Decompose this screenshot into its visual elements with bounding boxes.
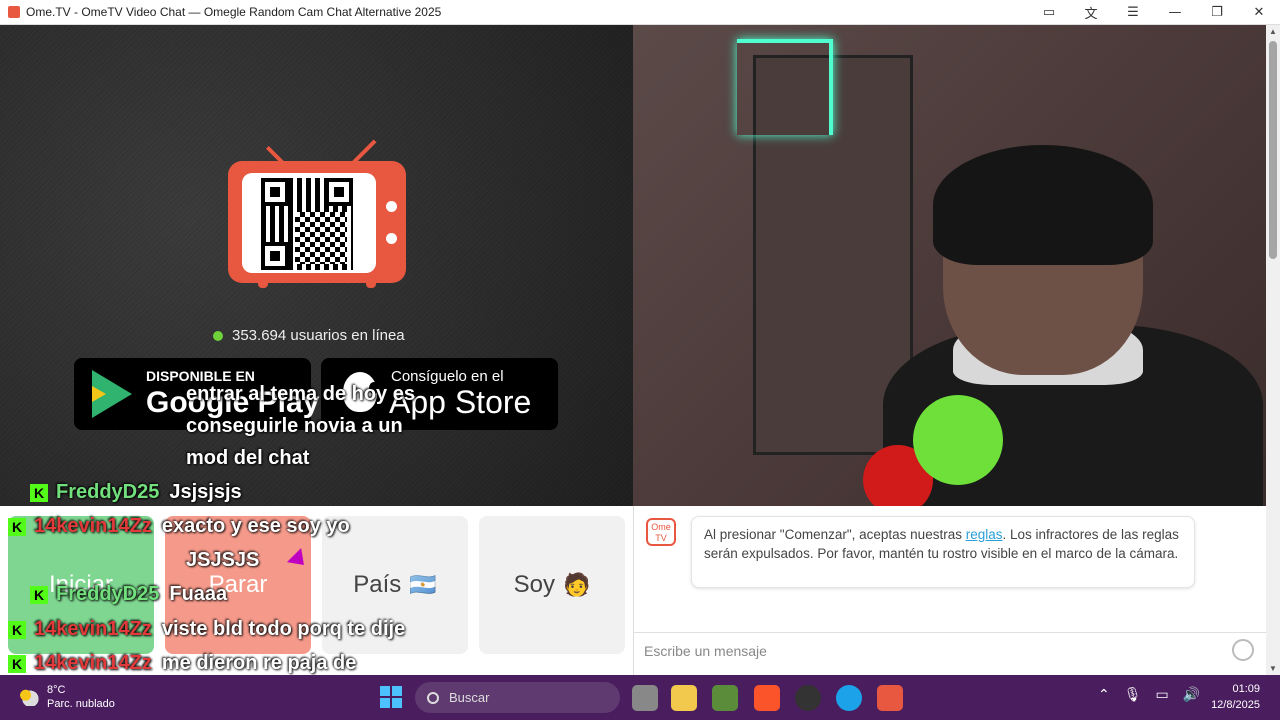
remote-video-pane [633, 25, 1266, 506]
argentina-flag-icon: 🇦🇷 [409, 572, 437, 598]
task-view-icon[interactable] [632, 685, 658, 711]
gender-label: Soy [513, 571, 555, 598]
stop-button[interactable]: Parar [165, 516, 311, 654]
emoji-icon[interactable] [1232, 639, 1254, 661]
taskbar: 8°C Parc. nublado Buscar ⌃🎙▭🔊 01:09 12/8… [0, 675, 1280, 720]
scroll-thumb[interactable] [1269, 41, 1277, 259]
start-button[interactable]: Iniciar [8, 516, 154, 654]
app-store-big: App Store [389, 384, 532, 420]
restore-button[interactable]: ❐ [1196, 5, 1238, 20]
edge-icon[interactable] [836, 685, 862, 711]
clock-date: 12/8/2025 [1211, 699, 1260, 711]
start-label: Iniciar [48, 571, 114, 598]
clock[interactable]: 01:09 12/8/2025 [1211, 681, 1260, 713]
clock-time: 01:09 [1232, 683, 1260, 695]
rules-notice: Al presionar "Comenzar", aceptas nuestra… [691, 516, 1195, 588]
qr-code[interactable] [261, 178, 353, 270]
apple-icon [343, 372, 379, 412]
window-title: Ome.TV - OmeTV Video Chat — Omegle Rando… [26, 5, 442, 19]
online-dot-icon [213, 330, 223, 341]
country-label: País [353, 571, 402, 598]
google-play-big: Google Play [146, 386, 320, 419]
ometv-logo-icon: Ome TV [646, 518, 676, 546]
scrollbar[interactable]: ▲ ▼ [1266, 25, 1280, 675]
menu-icon[interactable]: ☰ [1112, 5, 1154, 20]
close-button[interactable]: ✕ [1238, 5, 1280, 20]
controls-panel: Iniciar Parar País 🇦🇷 Soy 🧑 [0, 506, 633, 675]
google-play-button[interactable]: DISPONIBLE EN Google Play [74, 358, 319, 430]
stop-label: Parar [208, 571, 268, 598]
title-bar: Ome.TV - OmeTV Video Chat — Omegle Rando… [0, 0, 1280, 25]
windows-start-icon[interactable] [380, 686, 402, 708]
online-count: 353.694 usuarios en línea [232, 327, 405, 344]
chat-panel: Ome TV Al presionar "Comenzar", aceptas … [633, 506, 1266, 675]
camera-icon[interactable]: ▭ [1028, 5, 1070, 20]
person-icon: 🧑 [562, 572, 591, 598]
google-play-icon [92, 370, 132, 418]
online-users: 353.694 usuarios en línea [213, 327, 405, 344]
obs-icon[interactable] [795, 685, 821, 711]
rules-link[interactable]: reglas [966, 527, 1003, 542]
message-input[interactable]: Escribe un mensaje [634, 632, 1266, 668]
scroll-down-icon[interactable]: ▼ [1269, 664, 1277, 673]
search-placeholder: Buscar [449, 690, 490, 705]
translate-icon[interactable]: 文 [1070, 3, 1112, 22]
country-select[interactable]: País 🇦🇷 [322, 516, 468, 654]
ometv-app-icon[interactable] [877, 685, 903, 711]
message-placeholder: Escribe un mensaje [644, 643, 767, 659]
local-video-pane: 353.694 usuarios en línea DISPONIBLE EN … [0, 25, 633, 506]
app-store-button[interactable]: Consíguelo en el App Store [321, 358, 558, 430]
scroll-up-icon[interactable]: ▲ [1269, 27, 1277, 36]
app-store-small: Consíguelo en el [391, 368, 504, 385]
ometv-favicon-icon [8, 6, 20, 18]
partly-cloudy-icon [16, 688, 40, 706]
minecraft-icon[interactable] [712, 685, 738, 711]
notice-text-1: Al presionar "Comenzar", aceptas nuestra… [704, 527, 966, 542]
file-explorer-icon[interactable] [671, 685, 697, 711]
weather-desc: Parc. nublado [47, 698, 115, 710]
system-tray[interactable]: ⌃🎙▭🔊 [1098, 687, 1214, 703]
weather-temp: 8°C [47, 684, 66, 696]
search-icon [427, 691, 439, 704]
ometv-qr-tv-logo [228, 128, 406, 288]
gender-select[interactable]: Soy 🧑 [479, 516, 625, 654]
taskbar-search[interactable]: Buscar [415, 682, 620, 713]
weather-widget[interactable]: 8°C Parc. nublado [16, 683, 115, 711]
brave-icon[interactable] [754, 685, 780, 711]
minimize-button[interactable]: — [1154, 5, 1196, 20]
google-play-small: DISPONIBLE EN [146, 368, 255, 384]
